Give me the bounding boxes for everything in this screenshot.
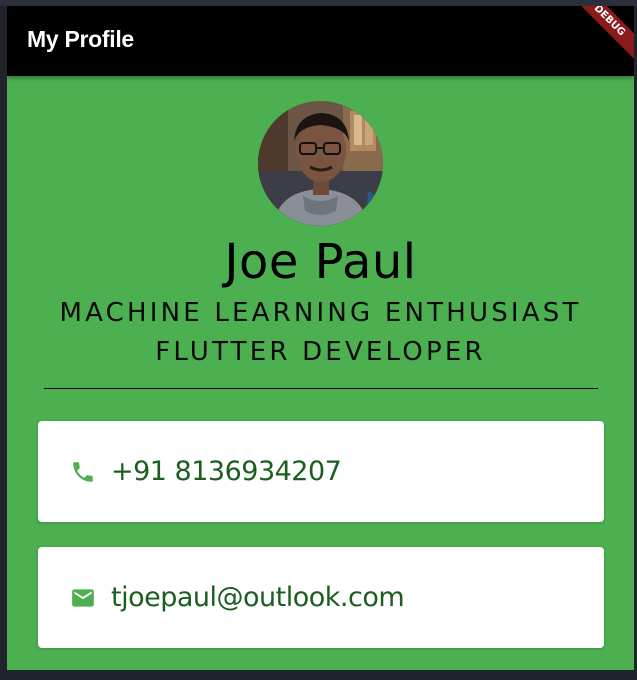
phone-card[interactable]: +91 8136934207 bbox=[38, 421, 604, 522]
avatar bbox=[258, 101, 383, 226]
page-title: My Profile bbox=[27, 26, 134, 52]
profile-name: Joe Paul bbox=[224, 234, 417, 290]
profile-subtitle-line: MACHINE LEARNING ENTHUSIAST bbox=[59, 298, 582, 328]
avatar-photo bbox=[258, 101, 383, 226]
email-card[interactable]: tjoepaul@outlook.com bbox=[38, 547, 604, 648]
app-window: My Profile DEBUG Joe Paul MACHINE LEARNI… bbox=[7, 6, 634, 670]
app-bar: My Profile bbox=[7, 6, 634, 76]
divider bbox=[44, 388, 598, 389]
phone-number: +91 8136934207 bbox=[111, 456, 342, 487]
profile-subtitle-line: FLUTTER DEVELOPER bbox=[155, 337, 486, 367]
email-address: tjoepaul@outlook.com bbox=[111, 582, 405, 613]
mail-icon bbox=[70, 585, 96, 611]
phone-icon bbox=[70, 459, 96, 485]
